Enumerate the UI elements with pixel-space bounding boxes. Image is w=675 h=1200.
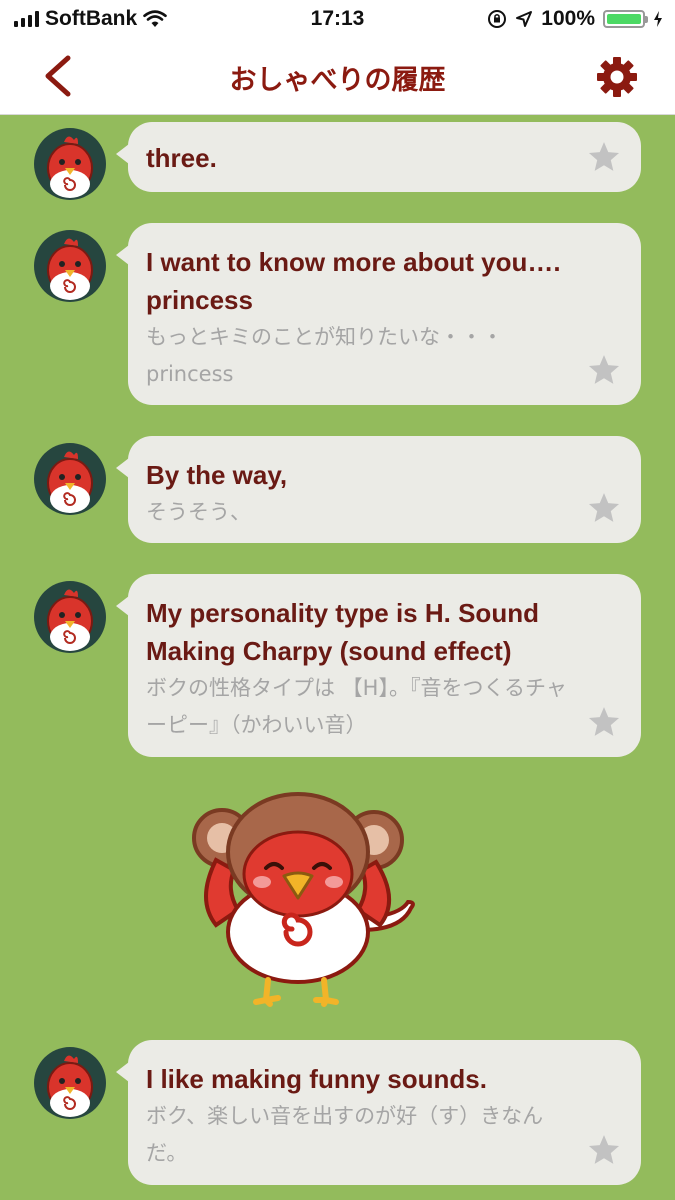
avatar bbox=[34, 443, 106, 515]
message-japanese: もっとキミのことが知りたいな・・・princess bbox=[146, 325, 503, 386]
avatar bbox=[34, 581, 106, 653]
status-right: 100% bbox=[487, 7, 663, 31]
avatar bbox=[34, 1047, 106, 1119]
message-english: My personality type is H. Sound Making C… bbox=[146, 598, 539, 666]
page-title: おしゃべりの履歴 bbox=[229, 65, 446, 96]
message-bubble: I want to know more about you…. princess… bbox=[116, 223, 641, 405]
message-japanese: ボクの性格タイプは 【H】。『音をつくるチャーピー』（かわいい音） bbox=[146, 676, 567, 737]
message-english: By the way, bbox=[146, 460, 288, 490]
message-bubble: I like making funny sounds. ボク、楽しい音を出すのが… bbox=[116, 1040, 641, 1185]
gear-icon bbox=[597, 57, 637, 97]
star-icon[interactable] bbox=[587, 353, 621, 387]
status-bar: SoftBank 17:13 100% bbox=[0, 0, 675, 38]
message-english: I want to know more about you…. princess bbox=[146, 247, 561, 315]
message-bubble: My personality type is H. Sound Making C… bbox=[116, 574, 641, 757]
star-icon[interactable] bbox=[587, 491, 621, 525]
monkey-bird-mascot bbox=[192, 792, 415, 1007]
location-icon bbox=[516, 11, 533, 27]
star-icon[interactable] bbox=[587, 140, 621, 174]
rotation-lock-icon bbox=[488, 10, 507, 28]
settings-button[interactable] bbox=[596, 56, 638, 98]
message-english: I like making funny sounds. bbox=[146, 1064, 487, 1094]
message-japanese: そうそう、 bbox=[146, 500, 251, 524]
message-english: three. bbox=[146, 143, 217, 173]
charging-icon bbox=[654, 11, 662, 27]
avatar bbox=[34, 230, 106, 302]
avatar bbox=[34, 128, 106, 200]
battery-icon bbox=[603, 10, 648, 28]
message-bubble: By the way, そうそう、 bbox=[116, 436, 641, 543]
message-japanese: ボク、楽しい音を出すのが好（す）きなんだ。 bbox=[146, 1104, 544, 1165]
nav-bar: おしゃべりの履歴 bbox=[0, 38, 675, 115]
star-icon[interactable] bbox=[587, 1133, 621, 1167]
battery-percent: 100% bbox=[541, 7, 595, 30]
message-bubble: three. bbox=[116, 122, 641, 192]
star-icon[interactable] bbox=[587, 705, 621, 739]
